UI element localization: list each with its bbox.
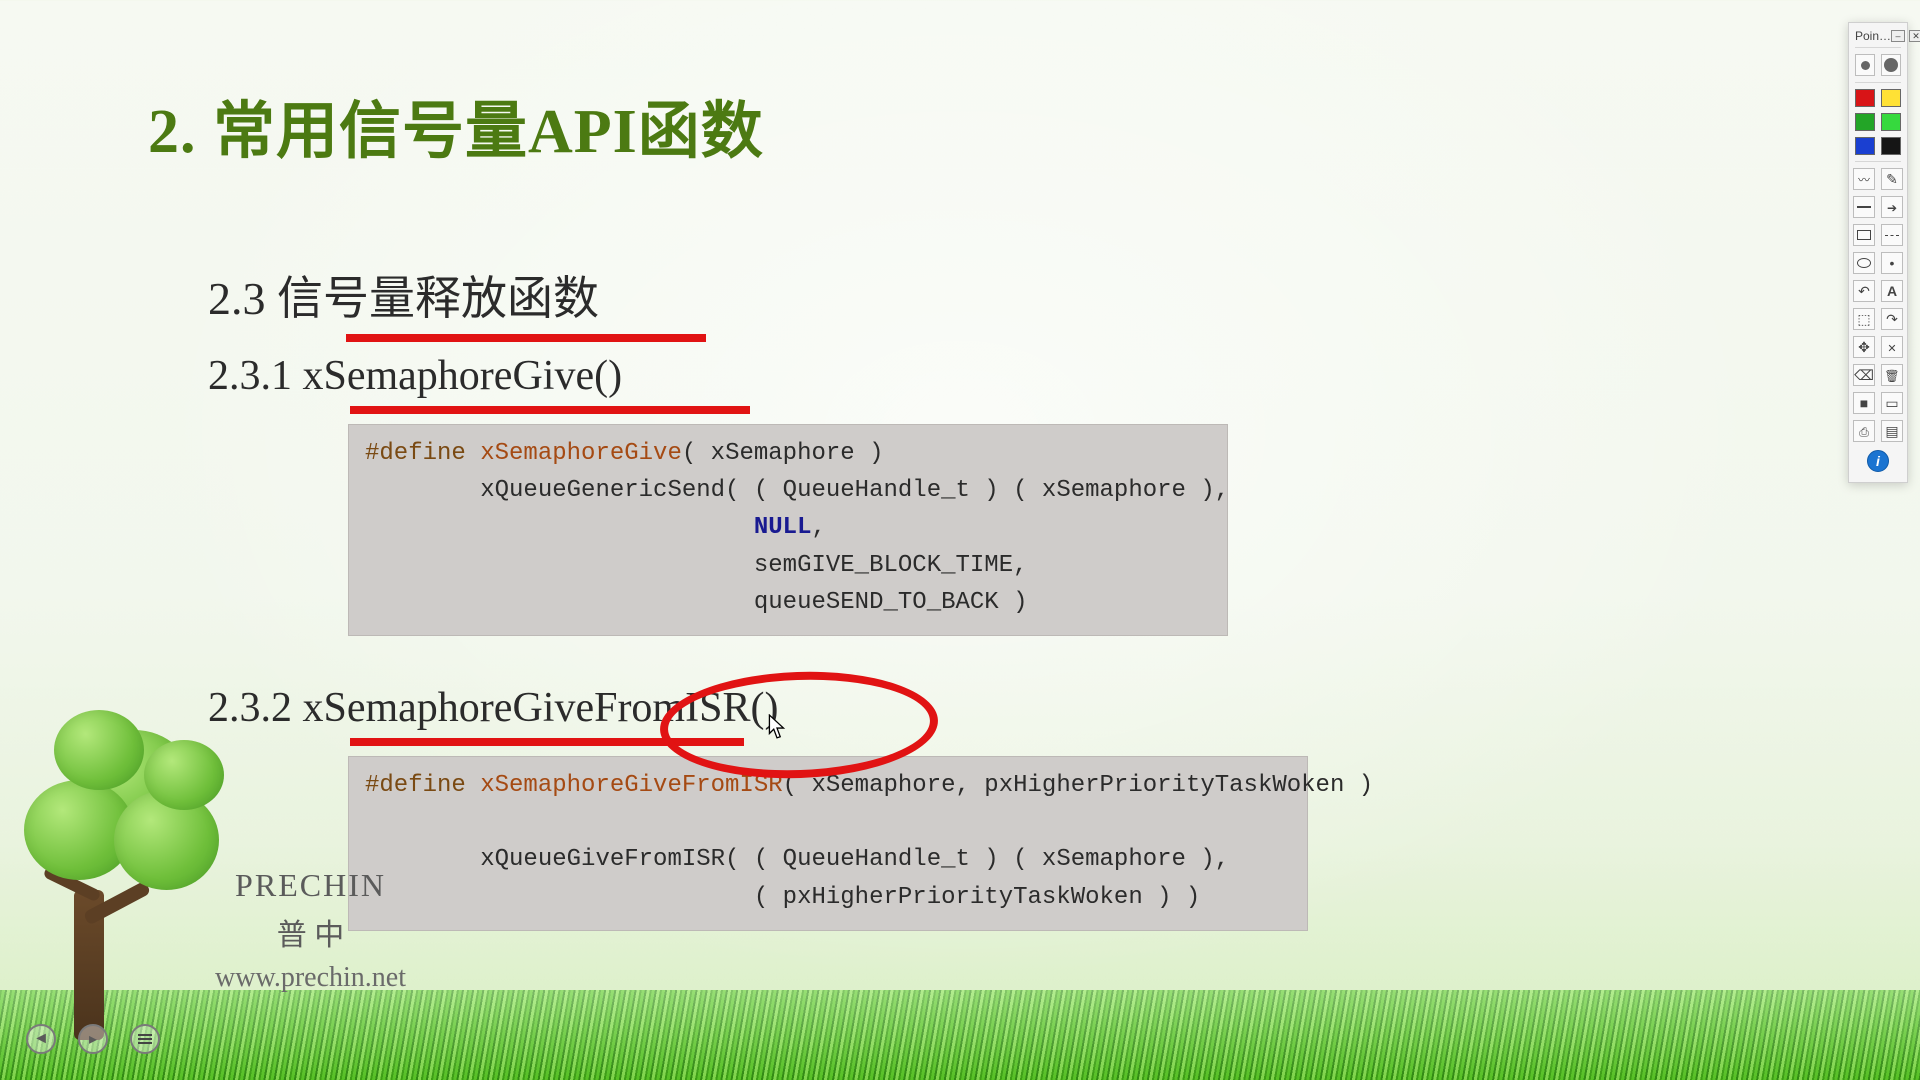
annotation-underline: [346, 334, 706, 342]
subsection-1: 2.3.1 xSemaphoreGive(): [208, 352, 1680, 400]
color-blue[interactable]: [1855, 137, 1875, 155]
tool-oval[interactable]: [1853, 252, 1875, 274]
grass-decor: [0, 990, 1920, 1080]
tool-info[interactable]: i: [1855, 450, 1901, 472]
color-green-dark[interactable]: [1855, 113, 1875, 131]
size-large-button[interactable]: [1881, 54, 1901, 76]
section-num: 2.3: [208, 273, 266, 324]
color-yellow[interactable]: [1881, 89, 1901, 107]
color-black[interactable]: [1881, 137, 1901, 155]
color-red[interactable]: [1855, 89, 1875, 107]
color-green-light[interactable]: [1881, 113, 1901, 131]
tool-save[interactable]: [1853, 392, 1875, 414]
tool-undo[interactable]: [1853, 280, 1875, 302]
brand-zh: 普 中: [215, 910, 406, 954]
annotation-underline: [350, 738, 744, 746]
tool-crop[interactable]: ⬚: [1853, 308, 1875, 330]
palette-sizes: [1855, 47, 1901, 76]
tool-screen[interactable]: ▤: [1881, 420, 1903, 442]
size-small-button[interactable]: [1855, 54, 1875, 76]
tool-erase[interactable]: ⌫: [1853, 364, 1875, 386]
tool-whiteboard[interactable]: [1881, 392, 1903, 414]
tool-print[interactable]: [1853, 420, 1875, 442]
slide-title: 2. 常用信号量API函数: [148, 80, 1680, 170]
sub1-text: xSemaphoreGive(): [303, 353, 623, 399]
tool-clear[interactable]: [1881, 336, 1903, 358]
slide-content: 2. 常用信号量API函数 2.3 信号量释放函数 2.3.1 xSemapho…: [148, 80, 1680, 960]
palette-tools: ✎ ⬚ ⌫ ▤ i: [1855, 161, 1901, 472]
sub2-num: 2.3.2: [208, 685, 292, 731]
sub2-text: xSemaphoreGiveFromISR(): [303, 685, 779, 731]
tool-pen[interactable]: ✎: [1881, 168, 1903, 190]
palette-colors: [1855, 82, 1901, 155]
tool-line[interactable]: [1853, 196, 1875, 218]
palette-titlebar[interactable]: Poin… – ✕: [1855, 29, 1901, 43]
menu-button[interactable]: [130, 1024, 160, 1054]
palette-title: Poin…: [1855, 29, 1891, 43]
section-text: 信号量释放函数: [277, 273, 599, 324]
code-block-1: #define xSemaphoreGive( xSemaphore ) xQu…: [348, 424, 1228, 636]
tool-arrow[interactable]: [1881, 196, 1903, 218]
annotation-underline: [350, 406, 750, 414]
sub1-num: 2.3.1: [208, 353, 292, 399]
annotation-palette[interactable]: Poin… – ✕ ✎: [1848, 22, 1908, 483]
subsection-2: 2.3.2 xSemaphoreGiveFromISR(): [208, 684, 1680, 732]
tool-rect[interactable]: [1853, 224, 1875, 246]
palette-close-button[interactable]: ✕: [1909, 30, 1920, 42]
brand-en: PRECHIN: [215, 867, 406, 904]
tool-text[interactable]: [1881, 280, 1903, 302]
tool-trash[interactable]: [1881, 364, 1903, 386]
prev-button[interactable]: ◄: [26, 1024, 56, 1054]
playback-controls: ◄ ▸: [26, 1024, 160, 1054]
code-block-2: #define xSemaphoreGiveFromISR( xSemaphor…: [348, 756, 1308, 931]
brand-url: www.prechin.net: [215, 962, 406, 994]
tool-freehand[interactable]: [1853, 168, 1875, 190]
section-heading: 2.3 信号量释放函数: [208, 262, 1680, 328]
tool-redo[interactable]: [1881, 308, 1903, 330]
tool-move[interactable]: [1853, 336, 1875, 358]
play-button[interactable]: ▸: [78, 1024, 108, 1054]
brand-block: PRECHIN 普 中 www.prechin.net: [215, 867, 406, 994]
tool-dashline[interactable]: [1881, 224, 1903, 246]
palette-min-button[interactable]: –: [1891, 30, 1905, 42]
tool-dot[interactable]: [1881, 252, 1903, 274]
